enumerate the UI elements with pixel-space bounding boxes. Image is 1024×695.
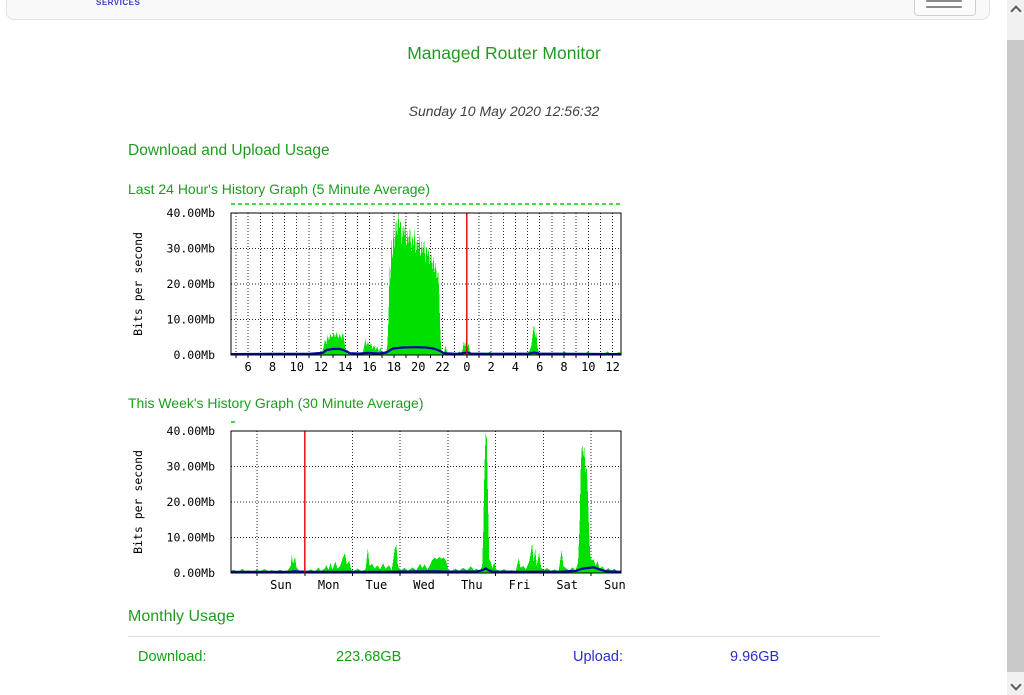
scrollbar-up-button[interactable] [1007, 0, 1024, 17]
svg-text:0.00Mb: 0.00Mb [173, 348, 215, 362]
svg-text:Thu: Thu [461, 578, 483, 592]
top-navbar: SERVICES [6, 0, 990, 20]
svg-text:Bits per second: Bits per second [131, 232, 145, 336]
svg-text:16: 16 [362, 360, 376, 374]
scrollbar-thumb[interactable] [1007, 40, 1024, 672]
svg-text:Tue: Tue [366, 578, 388, 592]
svg-text:Sun: Sun [270, 578, 292, 592]
svg-text:4: 4 [512, 360, 519, 374]
svg-text:6: 6 [536, 360, 543, 374]
svg-text:2: 2 [488, 360, 495, 374]
chevron-up-icon [1010, 5, 1021, 16]
svg-text:10: 10 [581, 360, 595, 374]
usage-section-heading: Download and Upload Usage [128, 142, 330, 160]
daily-graph-image: 0.00Mb 10.00Mb 20.00Mb 30.00Mb 40.00Mb Bits p… [128, 201, 628, 375]
weekly-graph: 0.00Mb 10.00Mb 20.00Mb 30.00Mb 40.00Mb Bits p… [128, 419, 628, 598]
download-label: Download: [138, 649, 207, 665]
svg-text:Mon: Mon [318, 578, 340, 592]
svg-text:0: 0 [463, 360, 470, 374]
weekly-graph-heading: This Week's History Graph (30 Minute Ave… [128, 395, 424, 411]
brand-logo[interactable]: SERVICES [96, 0, 140, 7]
page-title: Managed Router Monitor [128, 43, 880, 64]
weekly-graph-image: 0.00Mb 10.00Mb 20.00Mb 30.00Mb 40.00Mb Bits p… [128, 419, 628, 593]
svg-text:20.00Mb: 20.00Mb [167, 277, 216, 291]
daily-graph-heading: Last 24 Hour's History Graph (5 Minute A… [128, 181, 430, 197]
timestamp: Sunday 10 May 2020 12:56:32 [128, 103, 880, 119]
upload-label: Upload: [573, 649, 623, 665]
svg-text:30.00Mb: 30.00Mb [167, 242, 216, 256]
router-monitor-page: SERVICES Managed Router Monitor Sunday 1… [0, 0, 1024, 695]
download-value: 223.68GB [336, 649, 401, 665]
svg-text:14: 14 [338, 360, 352, 374]
menu-toggle-button[interactable] [914, 0, 976, 16]
svg-text:Sat: Sat [556, 578, 578, 592]
daily-graph: 0.00Mb 10.00Mb 20.00Mb 30.00Mb 40.00Mb Bits p… [128, 201, 628, 380]
svg-text:12: 12 [605, 360, 619, 374]
svg-text:20: 20 [411, 360, 425, 374]
divider [128, 636, 880, 637]
svg-text:18: 18 [387, 360, 401, 374]
svg-text:0.00Mb: 0.00Mb [173, 566, 215, 580]
svg-text:Fri: Fri [509, 578, 531, 592]
svg-text:6: 6 [245, 360, 252, 374]
svg-text:20.00Mb: 20.00Mb [167, 495, 216, 509]
svg-text:Sun: Sun [604, 578, 626, 592]
svg-text:22: 22 [435, 360, 449, 374]
upload-value: 9.96GB [730, 649, 779, 665]
svg-text:12: 12 [314, 360, 328, 374]
scrollbar-down-button[interactable] [1007, 678, 1024, 695]
vertical-scrollbar[interactable] [1007, 0, 1024, 695]
svg-text:8: 8 [560, 360, 567, 374]
monthly-section-heading: Monthly Usage [128, 608, 235, 626]
svg-text:30.00Mb: 30.00Mb [167, 460, 216, 474]
svg-text:10.00Mb: 10.00Mb [167, 531, 216, 545]
svg-text:10.00Mb: 10.00Mb [167, 313, 216, 327]
svg-text:Bits per second: Bits per second [131, 450, 145, 554]
svg-text:10: 10 [290, 360, 304, 374]
svg-text:40.00Mb: 40.00Mb [167, 206, 216, 220]
svg-text:8: 8 [269, 360, 276, 374]
chevron-down-icon [1010, 679, 1021, 690]
svg-text:40.00Mb: 40.00Mb [167, 424, 216, 438]
svg-text:Wed: Wed [413, 578, 435, 592]
